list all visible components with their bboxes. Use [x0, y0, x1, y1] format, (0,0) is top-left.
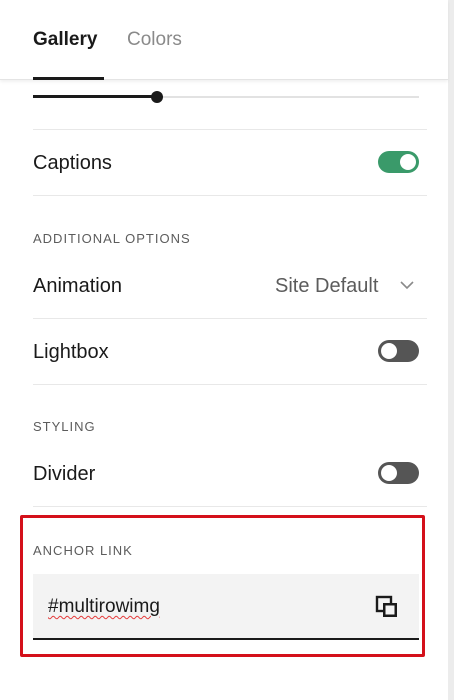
animation-label: Animation — [33, 275, 122, 297]
lightbox-label: Lightbox — [33, 341, 109, 363]
toggle-knob — [400, 154, 416, 170]
copy-icon[interactable] — [374, 594, 400, 620]
anchor-link-field[interactable]: #multirowimg — [33, 574, 419, 640]
slider-fill — [33, 95, 157, 98]
slider-handle[interactable] — [150, 91, 163, 103]
styling-heading: STYLING — [33, 419, 96, 434]
tab-gallery[interactable]: Gallery — [33, 29, 97, 51]
lightbox-toggle[interactable] — [378, 340, 419, 362]
divider — [33, 195, 427, 196]
divider-label: Divider — [33, 463, 96, 485]
captions-toggle[interactable] — [378, 151, 419, 173]
panel-edge — [448, 0, 454, 700]
divider-toggle[interactable] — [378, 462, 419, 484]
toggle-knob — [381, 343, 397, 359]
toggle-knob — [381, 465, 397, 481]
tab-bar: Gallery Colors — [0, 0, 448, 80]
chevron-down-icon[interactable] — [399, 279, 415, 291]
anchor-link-input[interactable]: #multirowimg — [48, 596, 160, 618]
divider — [33, 384, 427, 385]
divider — [33, 318, 427, 319]
captions-label: Captions — [33, 152, 112, 174]
anchor-link-heading: ANCHOR LINK — [33, 543, 133, 558]
additional-options-heading: ADDITIONAL OPTIONS — [33, 231, 191, 246]
gallery-settings-panel: Gallery Colors Captions ADDITIONAL OPTIO… — [0, 0, 448, 700]
size-slider[interactable] — [33, 90, 419, 104]
active-tab-indicator — [33, 77, 104, 80]
divider — [33, 129, 427, 130]
tab-colors[interactable]: Colors — [127, 29, 182, 51]
animation-select[interactable]: Site Default — [275, 275, 378, 298]
divider — [33, 506, 427, 507]
